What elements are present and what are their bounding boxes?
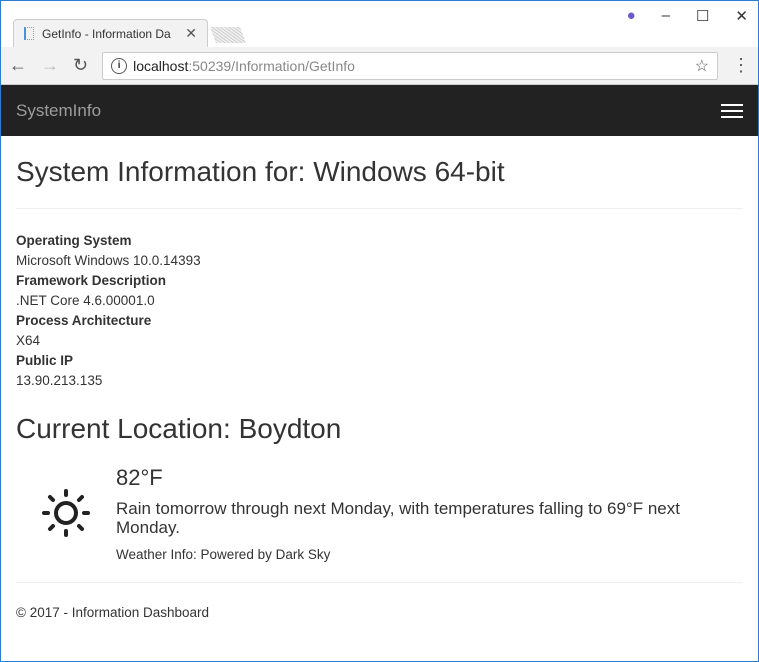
close-window-button[interactable]: ✕ — [735, 7, 748, 25]
new-tab-button[interactable] — [210, 27, 246, 43]
info-label: Process Architecture — [16, 313, 152, 328]
system-info-list: Operating System Microsoft Windows 10.0.1… — [16, 231, 743, 391]
address-bar[interactable]: i localhost:50239/Information/GetInfo ☆ — [102, 51, 718, 80]
info-icon[interactable]: i — [111, 57, 128, 74]
tab-title: GetInfo - Information Da — [42, 26, 171, 41]
location-title: Current Location: Boydton — [16, 413, 342, 444]
divider — [16, 582, 743, 583]
info-label: Public IP — [16, 353, 74, 368]
weather-summary: Rain tomorrow through next Monday, with … — [116, 499, 680, 537]
navbar: SystemInfo — [1, 85, 758, 136]
menu-kebab-icon[interactable]: ⋮ — [732, 55, 750, 76]
info-value: 13.90.213.135 — [16, 373, 103, 388]
forward-icon[interactable]: → — [41, 55, 59, 76]
hamburger-menu-icon[interactable] — [721, 103, 743, 118]
info-label: Operating System — [16, 233, 132, 248]
page-title: System Information for: Windows 64-bit — [16, 156, 743, 209]
info-value: .NET Core 4.6.00001.0 — [16, 293, 155, 308]
info-label: Framework Description — [16, 273, 167, 288]
weather-panel: 82°F Rain tomorrow through next Monday, … — [16, 463, 743, 562]
footer: © 2017 - Information Dashboard — [16, 605, 210, 620]
brand-link[interactable]: SystemInfo — [16, 101, 101, 121]
close-tab-icon[interactable]: ✕ — [185, 25, 197, 42]
back-icon[interactable]: ← — [9, 55, 27, 76]
weather-credit: Weather Info: Powered by Dark Sky — [116, 547, 331, 562]
bookmark-star-icon[interactable]: ☆ — [695, 56, 709, 76]
maximize-button[interactable]: ☐ — [696, 7, 709, 25]
reload-icon[interactable]: ↻ — [73, 55, 88, 76]
title-bar: GetInfo - Information Da ✕ ● – ☐ ✕ — [1, 1, 758, 47]
page-favicon-icon — [24, 27, 34, 40]
browser-tab[interactable]: GetInfo - Information Da ✕ — [13, 19, 208, 47]
url-path: :50239/Information/GetInfo — [188, 57, 355, 74]
info-value: Microsoft Windows 10.0.14393 — [16, 253, 201, 268]
temperature: 82°F — [116, 465, 163, 490]
minimize-button[interactable]: – — [662, 7, 670, 25]
info-value: X64 — [16, 333, 41, 348]
url-host: localhost — [133, 57, 189, 74]
sun-icon — [16, 463, 116, 562]
browser-toolbar: ← → ↻ i localhost:50239/Information/GetI… — [1, 47, 758, 85]
user-profile-icon[interactable]: ● — [627, 7, 636, 25]
